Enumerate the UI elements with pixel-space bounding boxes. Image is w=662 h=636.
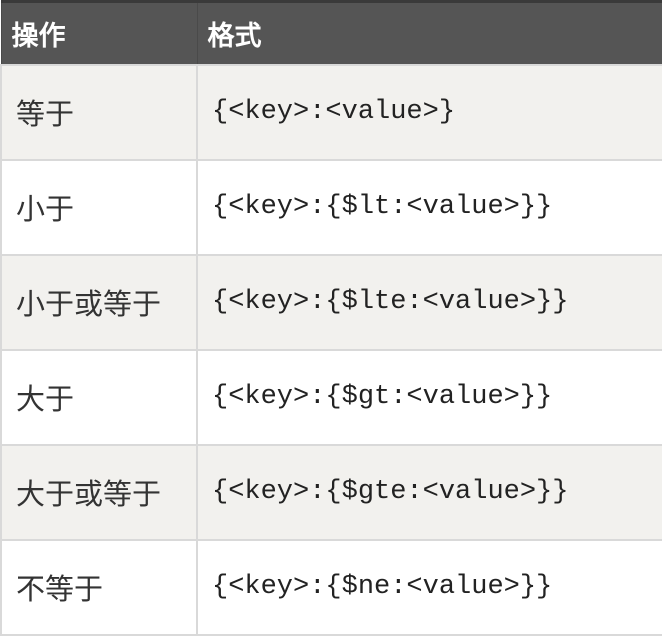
table-body: 等于 {<key>:<value>} 小于 {<key>:{$lt:<value…	[0, 63, 662, 636]
operation-cell: 不等于	[0, 538, 198, 636]
header-row: 操作 格式	[0, 0, 662, 65]
operation-cell: 小于	[0, 158, 198, 256]
table-row: 不等于 {<key>:{$ne:<value>}}	[0, 538, 662, 636]
format-cell: {<key>:<value>}	[196, 63, 662, 161]
operators-table: 操作 格式 等于 {<key>:<value>} 小于 {<key>:{$lt:…	[0, 0, 662, 636]
format-cell: {<key>:{$gte:<value>}}	[196, 443, 662, 541]
table-row: 等于 {<key>:<value>}	[0, 63, 662, 161]
format-cell: {<key>:{$gt:<value>}}	[196, 348, 662, 446]
operation-cell: 小于或等于	[0, 253, 198, 351]
operation-cell: 大于	[0, 348, 198, 446]
table-row: 小于 {<key>:{$lt:<value>}}	[0, 158, 662, 256]
table-header: 操作 格式	[0, 0, 662, 65]
table-row: 大于或等于 {<key>:{$gte:<value>}}	[0, 443, 662, 541]
operation-cell: 大于或等于	[0, 443, 198, 541]
format-cell: {<key>:{$ne:<value>}}	[196, 538, 662, 636]
operators-table-container: 操作 格式 等于 {<key>:<value>} 小于 {<key>:{$lt:…	[0, 0, 662, 636]
header-format: 格式	[196, 0, 662, 65]
format-cell: {<key>:{$lt:<value>}}	[196, 158, 662, 256]
table-row: 小于或等于 {<key>:{$lte:<value>}}	[0, 253, 662, 351]
table-row: 大于 {<key>:{$gt:<value>}}	[0, 348, 662, 446]
header-operation: 操作	[0, 0, 198, 65]
format-cell: {<key>:{$lte:<value>}}	[196, 253, 662, 351]
operation-cell: 等于	[0, 63, 198, 161]
